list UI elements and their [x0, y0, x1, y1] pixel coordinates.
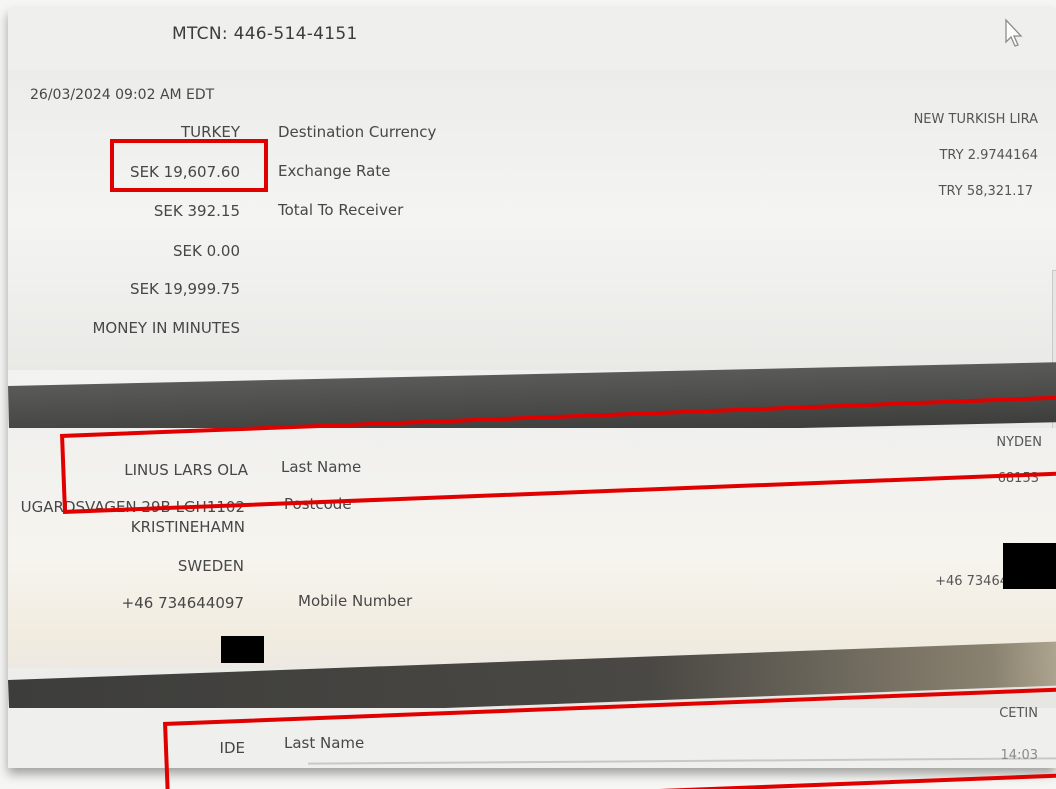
total-to-receiver-value: TRY 58,321.17	[938, 184, 1033, 199]
redaction-box	[221, 636, 264, 663]
transfer-fee: SEK 392.15	[153, 202, 240, 220]
exchange-rate-label: Exchange Rate	[278, 162, 391, 180]
photo-frame: MTCN: 446-514-4151 26/03/2024 09:02 AM E…	[0, 0, 1056, 789]
exchange-rate-value: TRY 2.9744164	[939, 148, 1038, 163]
mtcn-number: MTCN: 446-514-4151	[172, 24, 358, 44]
discount-amount: SEK 0.00	[172, 242, 240, 260]
mouse-pointer-icon	[1003, 18, 1027, 52]
sender-phone: +46 734644097	[121, 594, 244, 612]
service-type: MONEY IN MINUTES	[92, 319, 240, 337]
transaction-datetime: 26/03/2024 09:02 AM EDT	[30, 87, 215, 103]
mobile-number-label: Mobile Number	[298, 592, 413, 610]
destination-currency-value: NEW TURKISH LIRA	[913, 112, 1038, 127]
sender-city: KRISTINEHAMN	[130, 518, 245, 536]
destination-currency-label: Destination Currency	[278, 123, 437, 141]
header-bar: MTCN: 446-514-4151	[8, 8, 1056, 71]
highlight-box-send-amount	[110, 139, 268, 192]
transaction-screen: MTCN: 446-514-4151 26/03/2024 09:02 AM E…	[8, 8, 1056, 768]
total-to-receiver-label: Total To Receiver	[278, 201, 404, 219]
transaction-section: 26/03/2024 09:02 AM EDT TURKEY SEK 19,60…	[8, 70, 1056, 370]
sender-mobile-value: +46 73464	[935, 574, 1008, 589]
total-amount: SEK 19,999.75	[130, 280, 240, 298]
redaction-box	[1003, 543, 1056, 589]
sender-country: SWEDEN	[177, 557, 244, 575]
